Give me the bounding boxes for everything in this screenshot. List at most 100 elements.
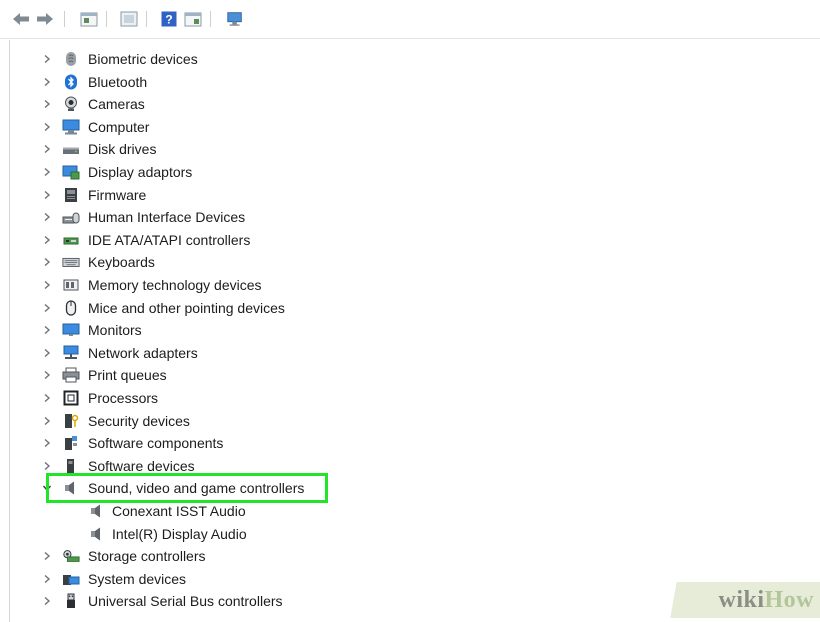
tree-category-item[interactable]: Storage controllers [10, 545, 370, 567]
computer-icon [62, 119, 80, 135]
toolbar: ? [0, 0, 820, 39]
properties-window-icon[interactable] [80, 11, 98, 27]
tree-category-item[interactable]: Computer [10, 116, 370, 138]
display-adapter-icon [62, 164, 80, 180]
tree-category-item[interactable]: Display adaptors [10, 161, 370, 183]
chevron-right-icon[interactable] [40, 233, 54, 247]
tree-item-label: Intel(R) Display Audio [112, 525, 247, 542]
chevron-right-icon[interactable] [40, 120, 54, 134]
security-device-icon [62, 413, 80, 429]
chevron-right-icon[interactable] [40, 572, 54, 586]
tree-category-item[interactable]: Human Interface Devices [10, 206, 370, 228]
tree-category-item[interactable]: Cameras [10, 93, 370, 115]
camera-icon [62, 96, 80, 112]
toolbar-separator [106, 11, 107, 27]
tree-child-item[interactable]: Conexant ISST Audio [10, 500, 370, 522]
chevron-right-icon[interactable] [40, 97, 54, 111]
tree-item-label: Storage controllers [88, 548, 206, 565]
hid-icon [62, 209, 80, 225]
chevron-right-icon[interactable] [40, 255, 54, 269]
tree-category-item[interactable]: Disk drives [10, 138, 370, 160]
storage-controller-icon [62, 548, 80, 564]
tree-category-item[interactable]: IDE ATA/ATAPI controllers [10, 229, 370, 251]
fingerprint-icon [62, 51, 80, 67]
tree-item-label: Firmware [88, 186, 147, 203]
memory-icon [62, 277, 80, 293]
tree-category-item[interactable]: Biometric devices [10, 48, 370, 70]
wikihow-watermark: wikiHow [648, 582, 820, 618]
tree-item-label: Computer [88, 118, 150, 135]
mouse-icon [62, 299, 80, 316]
chevron-right-icon[interactable] [40, 436, 54, 450]
software-component-icon [62, 435, 80, 451]
chevron-right-icon[interactable] [40, 346, 54, 360]
chevron-right-icon[interactable] [40, 142, 54, 156]
tree-item-label: Conexant ISST Audio [112, 503, 246, 519]
tree-item-label: Print queues [88, 367, 167, 384]
usb-icon [62, 593, 80, 609]
action-window-icon[interactable] [184, 11, 202, 27]
tree-item-label: Biometric devices [88, 51, 198, 67]
tree-item-label: IDE ATA/ATAPI controllers [88, 231, 251, 248]
chevron-right-icon[interactable] [40, 391, 54, 405]
tree-item-label: Cameras [88, 96, 145, 113]
tree-item-label: Memory technology devices [88, 277, 262, 293]
tree-category-item[interactable]: Universal Serial Bus controllers [10, 590, 370, 612]
chevron-right-icon[interactable] [40, 188, 54, 202]
chevron-right-icon[interactable] [40, 210, 54, 224]
keyboard-icon [62, 254, 80, 270]
tree-category-item[interactable]: Bluetooth [10, 71, 370, 93]
chevron-right-icon[interactable] [40, 368, 54, 382]
device-tree: Biometric devices Bluetooth Cameras Compute… [9, 40, 820, 622]
toolbar-separator [146, 11, 147, 27]
tree-category-item[interactable]: Memory technology devices [10, 274, 370, 296]
tree-item-label: Monitors [88, 322, 142, 339]
tree-item-label: Display adaptors [88, 164, 193, 180]
firmware-icon [62, 187, 80, 203]
monitor-icon [62, 322, 80, 338]
forward-arrow-icon[interactable] [36, 11, 54, 27]
chevron-right-icon[interactable] [40, 165, 54, 179]
tree-item-label: Human Interface Devices [88, 209, 246, 226]
speaker-icon [88, 503, 106, 519]
highlight-box [46, 473, 328, 503]
tree-item-label: Processors [88, 390, 159, 406]
tree-category-item[interactable]: Print queues [10, 364, 370, 386]
tree-item-label: Keyboards [88, 254, 155, 271]
tree-child-item[interactable]: Intel(R) Display Audio [10, 523, 370, 545]
back-arrow-icon[interactable] [12, 11, 30, 27]
tree-item-label: Universal Serial Bus controllers [88, 593, 283, 610]
chevron-right-icon[interactable] [40, 414, 54, 428]
network-adapter-icon [62, 345, 80, 361]
tree-category-item[interactable]: Monitors [10, 319, 370, 341]
disk-drive-icon [62, 141, 80, 157]
chevron-right-icon[interactable] [40, 52, 54, 66]
chevron-right-icon[interactable] [40, 75, 54, 89]
tree-category-item[interactable]: Mice and other pointing devices [10, 297, 370, 319]
tree-category-item[interactable]: Keyboards [10, 251, 370, 273]
tree-category-item[interactable]: Software components [10, 432, 370, 454]
chevron-right-icon[interactable] [40, 459, 54, 473]
tree-category-item[interactable]: Processors [10, 387, 370, 409]
speaker-icon [88, 526, 106, 542]
help-icon[interactable]: ? [160, 11, 178, 27]
tree-category-item[interactable]: Firmware [10, 184, 370, 206]
chevron-right-icon[interactable] [40, 301, 54, 315]
tree-category-item[interactable]: Network adapters [10, 342, 370, 364]
tree-item-label: Mice and other pointing devices [88, 299, 285, 316]
chevron-right-icon[interactable] [40, 323, 54, 337]
tree-item-label: Bluetooth [88, 73, 148, 90]
chevron-right-icon[interactable] [40, 278, 54, 292]
processor-icon [62, 390, 80, 406]
chevron-right-icon[interactable] [40, 594, 54, 608]
tree-item-label: Network adapters [88, 344, 198, 361]
chevron-right-icon[interactable] [40, 549, 54, 563]
show-hidden-icon[interactable] [120, 11, 138, 27]
tree-category-item[interactable]: Security devices [10, 410, 370, 432]
tree-item-label: System devices [88, 570, 187, 587]
tree-item-label: Security devices [88, 412, 190, 429]
bluetooth-icon [62, 74, 80, 90]
tree-category-item[interactable]: System devices [10, 568, 370, 590]
printer-icon [62, 367, 80, 383]
scan-hardware-icon[interactable] [226, 11, 244, 27]
